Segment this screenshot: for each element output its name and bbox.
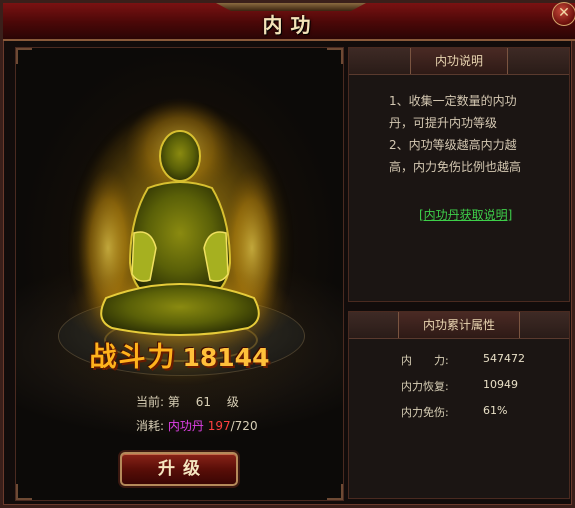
- current-label: 当前:: [136, 395, 165, 409]
- description-panel-title: 内功说明: [409, 48, 508, 74]
- pill-source-link[interactable]: [内功丹获取说明]: [419, 206, 512, 223]
- current-level-line: 当前: 第 61 级: [136, 393, 239, 410]
- description-line: 1、收集一定数量的内功: [389, 94, 517, 108]
- stat-row-damage-reduction: 内力免伤: 61%: [401, 404, 561, 420]
- cost-item-name: 内功丹: [167, 419, 204, 433]
- title-bar: 内功 ✕: [3, 2, 575, 41]
- stat-value: 61%: [483, 404, 508, 417]
- upgrade-button[interactable]: 升级: [120, 452, 238, 486]
- level-value: 61: [195, 395, 211, 409]
- description-line: 丹，可提升内功等级: [389, 116, 498, 130]
- cost-line: 消耗: 内功丹 197/720: [136, 417, 258, 434]
- cost-item-required: /720: [230, 419, 258, 433]
- combat-power-label: 战斗力: [89, 342, 177, 373]
- description-line: 高，内力免伤比例也越高: [389, 160, 522, 174]
- stat-row-neili: 内 力: 547472: [401, 352, 561, 368]
- combat-power: 战斗力 18144: [16, 335, 343, 374]
- window-title: 内功: [262, 13, 319, 37]
- close-button[interactable]: ✕: [552, 2, 575, 26]
- stat-label: 内 力:: [401, 354, 449, 367]
- description-panel-header: 内功说明: [349, 48, 569, 75]
- stat-label: 内力恢复:: [401, 380, 449, 393]
- level-prefix: 第: [167, 395, 180, 409]
- attributes-panel-header: 内功累计属性: [349, 312, 569, 339]
- combat-power-value: 18144: [182, 343, 270, 372]
- attributes-panel: 内功累计属性 内 力: 547472 内力恢复: 10949 内力免伤: 61%: [348, 311, 570, 499]
- meditation-scene: 战斗力 18144 当前: 第 61 级 消耗: 内功丹 197/720 升级: [15, 47, 344, 501]
- level-suffix: 级: [226, 395, 239, 409]
- stat-label: 内力免伤:: [401, 406, 449, 419]
- description-text: 1、收集一定数量的内功 丹，可提升内功等级 2、内功等级越高内力越 高，内力免伤…: [349, 75, 569, 178]
- stat-row-recovery: 内力恢复: 10949: [401, 378, 561, 394]
- stat-value: 10949: [483, 378, 518, 391]
- stat-value: 547472: [483, 352, 525, 365]
- description-panel: 内功说明 1、收集一定数量的内功 丹，可提升内功等级 2、内功等级越高内力越 高…: [348, 47, 570, 302]
- cost-label: 消耗:: [136, 419, 165, 433]
- close-icon: ✕: [558, 5, 570, 21]
- description-line: 2、内功等级越高内力越: [389, 138, 517, 152]
- cost-item-owned: 197: [207, 419, 231, 433]
- attributes-panel-title: 内功累计属性: [397, 312, 520, 338]
- neigong-window: 内功 ✕ 战斗力 18144 当前: 第 61 级 消耗: 内功丹 197/72…: [0, 0, 575, 508]
